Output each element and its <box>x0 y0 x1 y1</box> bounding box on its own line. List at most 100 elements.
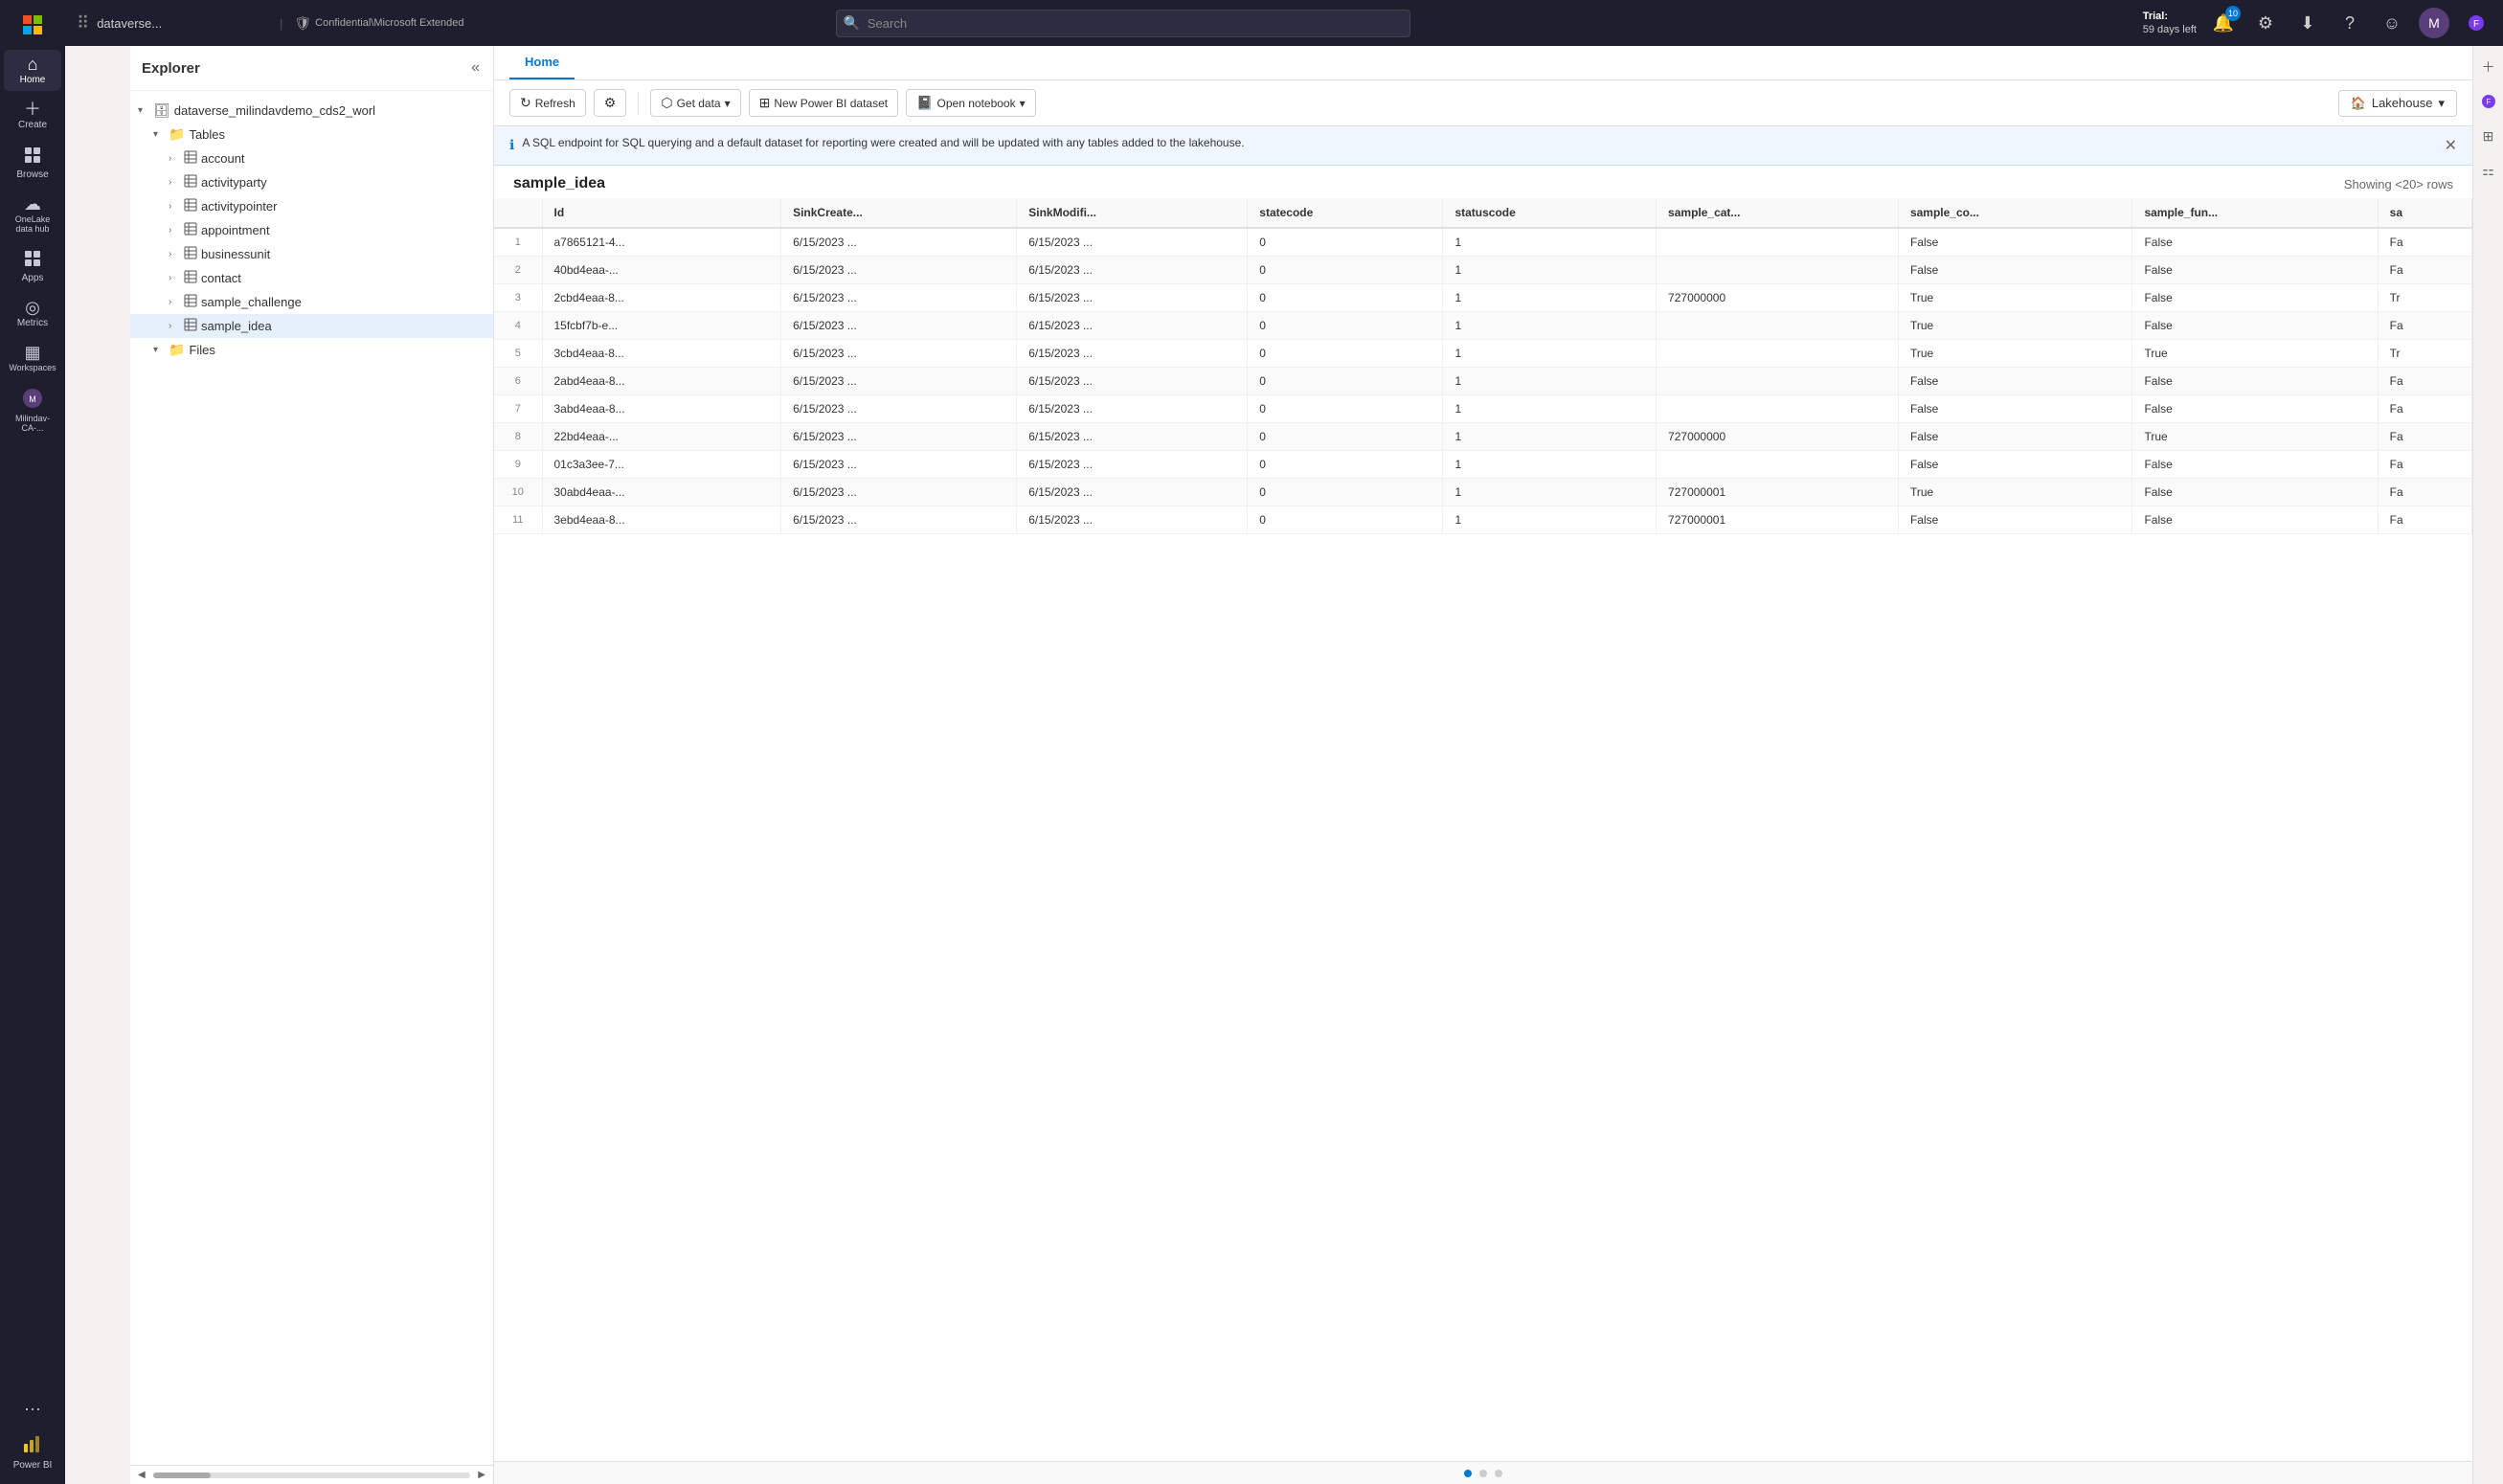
open-notebook-button[interactable]: 📓 Open notebook ▾ <box>906 89 1036 117</box>
cell-id: 22bd4eaa-... <box>542 423 781 451</box>
get-data-icon: ⬡ <box>661 95 672 111</box>
cell-num: 10 <box>494 479 542 506</box>
collapse-button[interactable]: « <box>469 57 482 79</box>
col-num[interactable] <box>494 198 542 228</box>
table-sample-idea-label: sample_idea <box>201 319 272 333</box>
cell-samplefun: False <box>2132 312 2378 340</box>
cell-samplecat <box>1657 257 1899 284</box>
cell-sampleco: True <box>1898 479 2132 506</box>
tree-table-sample-challenge[interactable]: › sample_challenge <box>130 290 493 314</box>
sidebar-item-milindav[interactable]: M Milindav-CA-... <box>4 382 61 438</box>
lakehouse-selector[interactable]: 🏠 Lakehouse ▾ <box>2338 90 2457 117</box>
help-button[interactable]: ? <box>2334 8 2365 38</box>
topbar-right: Trial: 59 days left 🔔 10 ⚙ ⬇ ? ☺ M F <box>2143 8 2492 38</box>
fabric-icon-btn[interactable]: F <box>2461 8 2492 38</box>
col-statecode[interactable]: statecode <box>1248 198 1443 228</box>
notifications-button[interactable]: 🔔 10 <box>2208 8 2239 38</box>
cell-samplefun: False <box>2132 284 2378 312</box>
avatar-initial: M <box>2428 15 2440 31</box>
sidebar-item-apps[interactable]: Apps <box>4 243 61 289</box>
cell-sa: Fa <box>2378 312 2471 340</box>
close-banner-button[interactable]: ✕ <box>2445 136 2457 155</box>
table-contact-label: contact <box>201 271 241 285</box>
tree-table-activitypointer[interactable]: › activitypointer <box>130 194 493 218</box>
cell-id: a7865121-4... <box>542 228 781 257</box>
table-icon <box>184 198 197 214</box>
feedback-button[interactable]: ☺ <box>2377 8 2407 38</box>
settings-button[interactable]: ⚙ <box>2250 8 2281 38</box>
tree-table-sample-idea[interactable]: › sample_idea <box>130 314 493 338</box>
col-sinkmodify[interactable]: SinkModifi... <box>1017 198 1248 228</box>
lakehouse-label: Lakehouse <box>2372 96 2433 110</box>
sidebar-item-metrics[interactable]: ◎ Metrics <box>4 293 61 334</box>
page-dot-2[interactable] <box>1479 1470 1487 1477</box>
col-samplefun[interactable]: sample_fun... <box>2132 198 2378 228</box>
tree-db-root[interactable]: ▾ 🗄 dataverse_milindavdemo_cds2_worl <box>130 99 493 123</box>
col-sampleco[interactable]: sample_co... <box>1898 198 2132 228</box>
layout-right-icon[interactable]: ⊞ <box>2475 123 2502 149</box>
topbar-app-name[interactable]: dataverse... <box>97 16 162 31</box>
grid-right-icon[interactable]: ⚏ <box>2475 157 2502 184</box>
chevron-right-icon: › <box>169 297 180 307</box>
cell-samplecat <box>1657 228 1899 257</box>
cell-id: 3cbd4eaa-8... <box>542 340 781 368</box>
sidebar-item-powerbi[interactable]: Power BI <box>4 1427 61 1476</box>
files-label: Files <box>189 343 214 357</box>
scroll-right-arrow[interactable]: ▶ <box>478 1470 485 1480</box>
tree-table-appointment[interactable]: › appointment <box>130 218 493 242</box>
add-right-panel-button[interactable]: ＋ <box>2475 54 2502 80</box>
col-samplecat[interactable]: sample_cat... <box>1657 198 1899 228</box>
cell-samplecat <box>1657 368 1899 395</box>
info-icon: ℹ <box>509 137 514 153</box>
refresh-button[interactable]: ↻ Refresh <box>509 89 586 117</box>
fabric-right-icon[interactable]: F <box>2475 88 2502 115</box>
tree-table-account[interactable]: › account <box>130 146 493 170</box>
tree-table-businessunit[interactable]: › businessunit <box>130 242 493 266</box>
page-dot-3[interactable] <box>1495 1470 1502 1477</box>
sidebar-item-browse[interactable]: Browse <box>4 140 61 186</box>
sidebar-item-browse-label: Browse <box>16 169 48 180</box>
tree-table-contact[interactable]: › contact <box>130 266 493 290</box>
cell-sinkmodify: 6/15/2023 ... <box>1017 395 1248 423</box>
bottom-bar <box>494 1461 2472 1484</box>
download-button[interactable]: ⬇ <box>2292 8 2323 38</box>
page-dot-1[interactable] <box>1464 1470 1472 1477</box>
tree-table-activityparty[interactable]: › activityparty <box>130 170 493 194</box>
data-container[interactable]: sample_idea Showing <20> rows Id SinkCre… <box>494 166 2472 1461</box>
tree-files-group[interactable]: ▾ 📁 Files <box>130 338 493 362</box>
col-sinkcreate[interactable]: SinkCreate... <box>781 198 1017 228</box>
app-logo[interactable] <box>15 8 50 42</box>
col-id[interactable]: Id <box>542 198 781 228</box>
settings-toolbar-button[interactable]: ⚙ <box>594 89 627 117</box>
lakehouse-chevron: ▾ <box>2438 96 2445 111</box>
cell-samplefun: True <box>2132 340 2378 368</box>
cell-id: 40bd4eaa-... <box>542 257 781 284</box>
search-input[interactable] <box>836 10 1410 37</box>
cell-num: 2 <box>494 257 542 284</box>
cell-sinkmodify: 6/15/2023 ... <box>1017 340 1248 368</box>
cell-samplefun: False <box>2132 451 2378 479</box>
tree-tables-group[interactable]: ▾ 📁 Tables <box>130 123 493 146</box>
col-sa[interactable]: sa <box>2378 198 2471 228</box>
sidebar-item-create[interactable]: ＋ Create <box>4 95 61 136</box>
cell-sampleco: False <box>1898 368 2132 395</box>
sidebar-item-home[interactable]: ⌂ Home <box>4 50 61 91</box>
help-icon: ? <box>2345 13 2355 34</box>
sidebar-item-onelake[interactable]: ☁ OneLake data hub <box>4 190 61 239</box>
scroll-left-arrow[interactable]: ◀ <box>138 1470 146 1480</box>
tab-home[interactable]: Home <box>509 46 575 79</box>
apps-grid-icon[interactable]: ⠿ <box>77 13 89 34</box>
sidebar-item-create-label: Create <box>18 120 47 130</box>
new-dataset-button[interactable]: ⊞ New Power BI dataset <box>749 89 898 117</box>
col-statuscode[interactable]: statuscode <box>1443 198 1657 228</box>
user-avatar[interactable]: M <box>2419 8 2449 38</box>
get-data-button[interactable]: ⬡ Get data ▾ <box>650 89 740 117</box>
sidebar-item-more[interactable]: ··· <box>4 1394 61 1423</box>
horizontal-scrollbar[interactable] <box>153 1473 471 1478</box>
explorer-sidebar: Explorer « ▾ 🗄 dataverse_milindavdemo_cd… <box>130 46 494 1484</box>
cell-id: 3abd4eaa-8... <box>542 395 781 423</box>
sidebar-item-workspaces[interactable]: ▦ Workspaces <box>4 338 61 378</box>
cell-samplefun: False <box>2132 506 2378 534</box>
table-row: 7 3abd4eaa-8... 6/15/2023 ... 6/15/2023 … <box>494 395 2472 423</box>
sidebar-item-metrics-label: Metrics <box>17 318 48 328</box>
